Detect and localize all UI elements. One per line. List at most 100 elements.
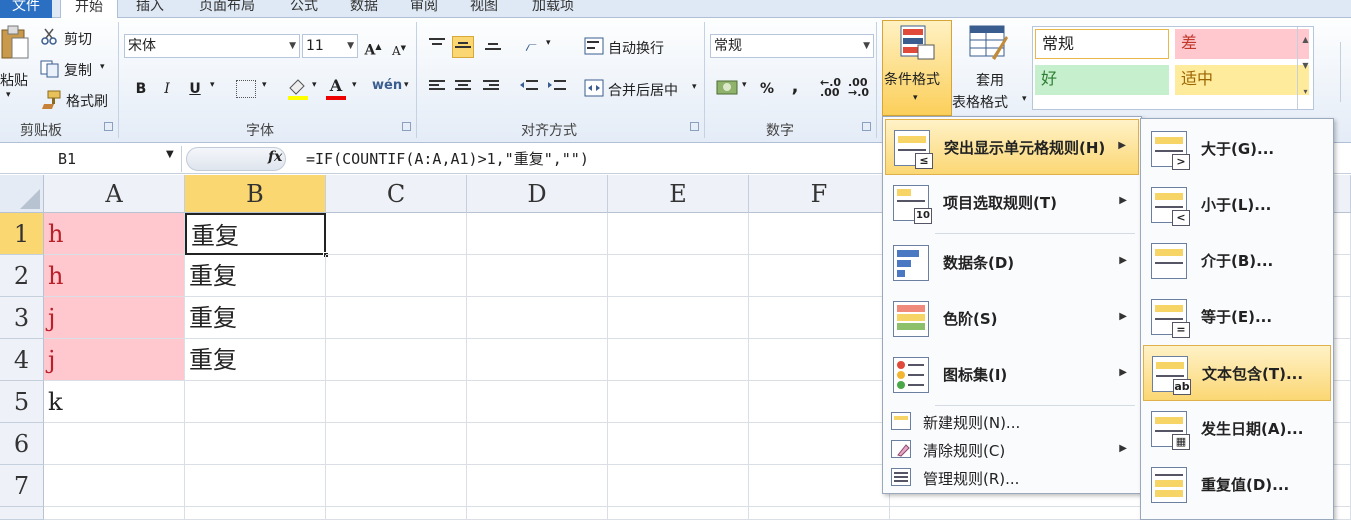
number-format-select[interactable]: 常规 ▼ <box>710 34 874 58</box>
align-middle-icon[interactable] <box>452 36 474 58</box>
cell-c6[interactable] <box>326 423 467 465</box>
menu-item-color-scales[interactable]: 色阶(S) ▶ <box>885 291 1139 347</box>
menu-item-clear-rules[interactable]: 清除规则(C) ▶ <box>885 435 1139 463</box>
gallery-scroll[interactable]: ▲ ▼ ▾ <box>1297 27 1313 109</box>
shrink-font-icon[interactable]: A▼ <box>388 37 410 59</box>
cell-e5[interactable] <box>608 381 749 423</box>
cell-f7[interactable] <box>749 465 890 507</box>
row-header-6[interactable]: 6 <box>0 423 44 465</box>
menu-item-equal-to[interactable]: = 等于(E)... <box>1143 289 1331 345</box>
row-header-1[interactable]: 1 <box>0 213 44 255</box>
decrease-indent-icon[interactable] <box>518 78 540 100</box>
name-box[interactable]: B1 <box>0 146 182 172</box>
font-color-dropdown-icon[interactable]: ▾ <box>352 80 357 90</box>
cell-b5[interactable] <box>185 381 326 423</box>
cell-c8[interactable] <box>326 507 467 520</box>
cell-d3[interactable] <box>467 297 608 339</box>
menu-item-text-contains[interactable]: ab 文本包含(T)... <box>1143 345 1331 401</box>
cell-f6[interactable] <box>749 423 890 465</box>
cell-f5[interactable] <box>749 381 890 423</box>
clipboard-launcher-icon[interactable] <box>104 122 113 131</box>
tab-data[interactable]: 数据 <box>338 0 390 18</box>
cell-e6[interactable] <box>608 423 749 465</box>
cell-e1[interactable] <box>608 213 749 255</box>
tab-view[interactable]: 视图 <box>458 0 510 18</box>
tab-addins[interactable]: 加载项 <box>518 0 588 18</box>
number-launcher-icon[interactable] <box>862 122 871 131</box>
currency-dropdown-icon[interactable]: ▾ <box>742 80 747 90</box>
style-bad[interactable]: 差 <box>1175 29 1309 59</box>
fill-color-dropdown-icon[interactable]: ▾ <box>312 80 317 90</box>
cell-d6[interactable] <box>467 423 608 465</box>
align-top-icon[interactable] <box>426 36 448 58</box>
grow-font-icon[interactable]: A▲ <box>362 35 384 59</box>
borders-icon[interactable] <box>236 80 256 98</box>
increase-indent-icon[interactable] <box>546 78 568 100</box>
cell-e7[interactable] <box>608 465 749 507</box>
format-painter-button[interactable]: 格式刷 <box>66 91 108 111</box>
row-header-4[interactable]: 4 <box>0 339 44 381</box>
cell-d2[interactable] <box>467 255 608 297</box>
name-box-dropdown-icon[interactable]: ▼ <box>166 149 174 160</box>
menu-item-greater-than[interactable]: > 大于(G)... <box>1143 121 1331 177</box>
cell-a7[interactable] <box>44 465 185 507</box>
menu-item-new-rule[interactable]: 新建规则(N)... <box>885 407 1139 435</box>
text-orientation-icon[interactable]: ⦧ <box>520 36 542 58</box>
tab-insert[interactable]: 插入 <box>124 0 176 18</box>
fill-color-icon[interactable] <box>286 76 310 104</box>
cell-b2[interactable]: 重复 <box>185 255 326 297</box>
increase-decimal-icon[interactable]: ←.0.00 <box>820 77 841 98</box>
cell-f2[interactable] <box>749 255 890 297</box>
cell-b1[interactable]: 重复 <box>185 213 329 258</box>
menu-item-date-occurring[interactable]: ▦ 发生日期(A)... <box>1143 401 1331 457</box>
paste-button-label[interactable]: 粘贴 <box>0 70 28 90</box>
italic-button[interactable]: I <box>156 78 178 100</box>
currency-icon[interactable] <box>716 78 740 102</box>
wrap-text-button[interactable]: 自动换行 <box>608 38 664 58</box>
cut-button[interactable]: 剪切 <box>64 29 92 49</box>
menu-item-data-bars[interactable]: 数据条(D) ▶ <box>885 235 1139 291</box>
align-bottom-icon[interactable] <box>482 36 504 58</box>
cell-a3[interactable]: j <box>44 297 185 339</box>
decrease-decimal-icon[interactable]: .00 →.0 <box>848 77 869 98</box>
tab-file[interactable]: 文件 <box>0 0 52 18</box>
borders-dropdown-icon[interactable]: ▾ <box>262 80 267 90</box>
font-name-select[interactable]: 宋体 ▼ <box>124 34 300 58</box>
cell-a4[interactable]: j <box>44 339 185 381</box>
cell-d8[interactable] <box>467 507 608 520</box>
menu-item-manage-rules[interactable]: 管理规则(R)... <box>885 463 1139 491</box>
font-color-icon[interactable]: A <box>324 76 348 102</box>
column-header-f[interactable]: F <box>749 175 890 213</box>
cell-f1[interactable] <box>749 213 890 255</box>
cell-b3[interactable]: 重复 <box>185 297 326 339</box>
format-as-table-icon[interactable] <box>968 24 1008 66</box>
cell-e2[interactable] <box>608 255 749 297</box>
row-header-8[interactable] <box>0 507 44 520</box>
cell-c1[interactable] <box>326 213 467 255</box>
cell-b6[interactable] <box>185 423 326 465</box>
cell-b4[interactable]: 重复 <box>185 339 326 381</box>
tab-page-layout[interactable]: 页面布局 <box>184 0 270 18</box>
cell-a6[interactable] <box>44 423 185 465</box>
row-header-2[interactable]: 2 <box>0 255 44 297</box>
bold-button[interactable]: B <box>130 78 152 100</box>
cell-d4[interactable] <box>467 339 608 381</box>
select-all-corner[interactable] <box>0 175 44 213</box>
cell-d5[interactable] <box>467 381 608 423</box>
style-normal[interactable]: 常规 <box>1035 29 1169 59</box>
style-neutral[interactable]: 适中 <box>1175 65 1309 95</box>
chevron-down-icon[interactable]: ▾ <box>1022 94 1027 104</box>
cell-c5[interactable] <box>326 381 467 423</box>
comma-button[interactable]: , <box>784 76 806 98</box>
align-left-icon[interactable] <box>426 78 448 100</box>
paste-icon[interactable] <box>0 24 30 62</box>
alignment-launcher-icon[interactable] <box>690 122 699 131</box>
cell-c3[interactable] <box>326 297 467 339</box>
cell-c4[interactable] <box>326 339 467 381</box>
cell-a8[interactable] <box>44 507 185 520</box>
cell-b7[interactable] <box>185 465 326 507</box>
conditional-formatting-button[interactable]: 条件格式 ▾ <box>882 20 952 116</box>
paste-dropdown-icon[interactable]: ▾ <box>6 90 11 100</box>
cell-a1[interactable]: h <box>44 213 185 255</box>
cell-b8[interactable] <box>185 507 326 520</box>
